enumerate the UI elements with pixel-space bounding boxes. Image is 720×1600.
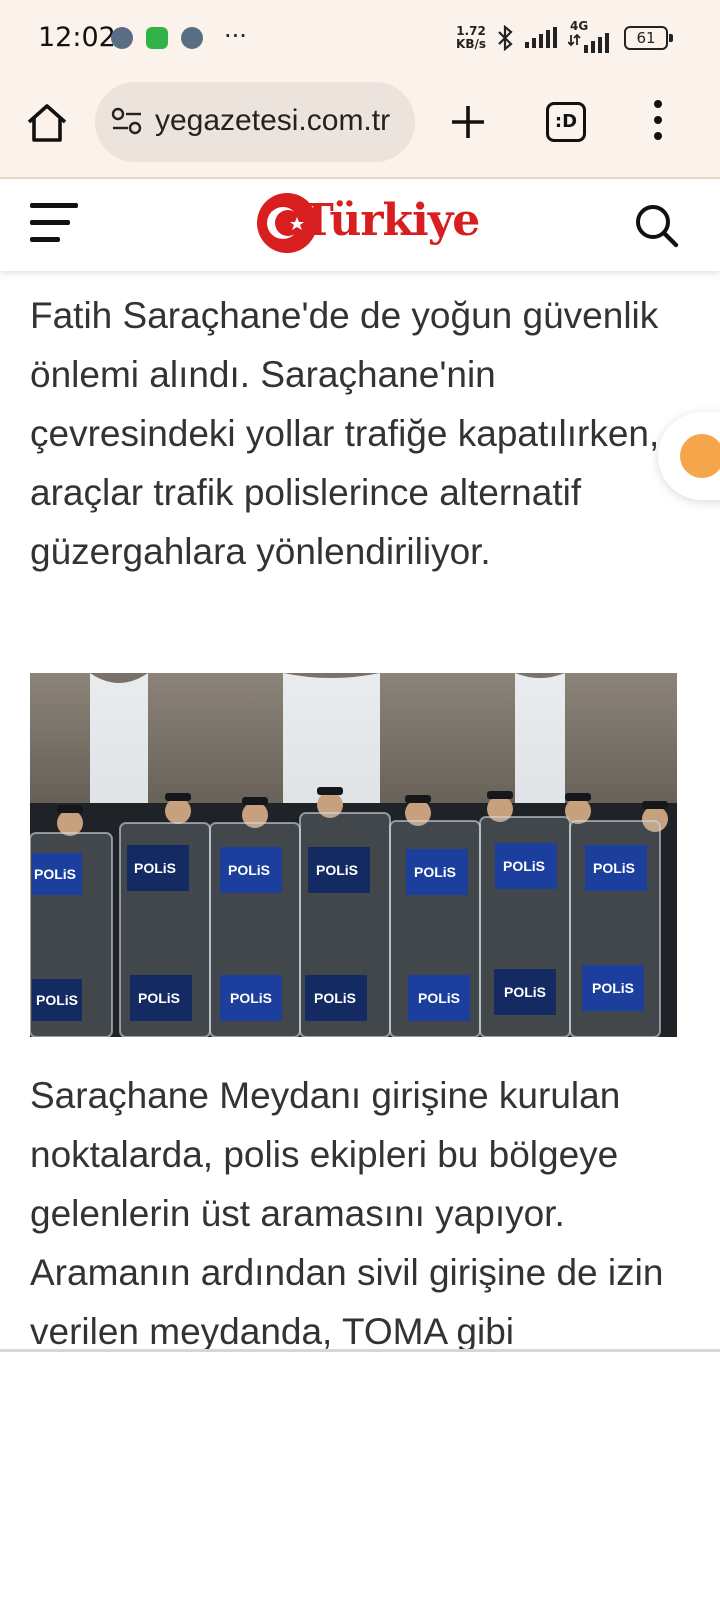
battery-indicator: 61	[624, 26, 673, 50]
signal-4g-icon: 4G	[568, 19, 614, 53]
svg-text:POLiS: POLiS	[316, 862, 358, 878]
status-right: 1.72 KB/s 4G 61	[456, 19, 673, 56]
address-bar[interactable]: yegazetesi.com.tr	[95, 82, 415, 162]
svg-text:POLiS: POLiS	[593, 860, 635, 876]
status-time: 12:02	[38, 22, 116, 53]
browser-chrome: 12:02 ··· 1.72 KB/s 4G 61 yegazetesi.com…	[0, 0, 720, 180]
article-photo[interactable]: POLiS POLiS POLiS POLiS POLiS POLiS POLi…	[30, 673, 677, 1037]
svg-text:POLiS: POLiS	[592, 980, 634, 996]
menu-icon[interactable]	[30, 201, 80, 245]
site-info-icon[interactable]	[111, 106, 143, 136]
svg-text:POLiS: POLiS	[34, 866, 76, 882]
whatsapp-business-icon	[146, 27, 168, 49]
status-bar: 12:02 ··· 1.72 KB/s 4G 61	[0, 0, 720, 78]
browser-toolbar: yegazetesi.com.tr :D	[0, 78, 720, 178]
svg-text:POLiS: POLiS	[418, 990, 460, 1006]
signal-icon	[525, 27, 557, 48]
page-divider	[0, 1349, 720, 1352]
svg-text:POLiS: POLiS	[36, 992, 78, 1008]
tab-switcher-button[interactable]: :D	[546, 102, 586, 142]
site-logo[interactable]: Türkiye	[257, 191, 480, 257]
svg-text:POLiS: POLiS	[230, 990, 272, 1006]
telegram-icon	[181, 27, 203, 49]
telegram-icon	[111, 27, 133, 49]
overflow-menu-icon[interactable]	[650, 98, 666, 142]
svg-text:POLiS: POLiS	[503, 858, 545, 874]
svg-text:POLiS: POLiS	[504, 984, 546, 1000]
floating-badge-icon	[680, 434, 720, 478]
svg-text:POLiS: POLiS	[414, 864, 456, 880]
svg-text:POLiS: POLiS	[134, 860, 176, 876]
more-notifications-icon: ···	[224, 22, 247, 50]
svg-text:POLiS: POLiS	[138, 990, 180, 1006]
svg-text:POLiS: POLiS	[314, 990, 356, 1006]
riot-police-image: POLiS POLiS POLiS POLiS POLiS POLiS POLi…	[30, 673, 677, 1037]
home-icon[interactable]	[24, 100, 70, 146]
svg-text:POLiS: POLiS	[228, 862, 270, 878]
article-paragraph-2: Saraçhane Meydanı girişine kurulan nokta…	[30, 1066, 690, 1351]
article-body: Fatih Saraçhane'de de yoğun güvenlik önl…	[30, 286, 680, 581]
new-tab-icon[interactable]	[448, 102, 488, 142]
site-header: Türkiye	[0, 179, 720, 271]
article-paragraph: Fatih Saraçhane'de de yoğun güvenlik önl…	[30, 295, 660, 572]
url-text[interactable]: yegazetesi.com.tr	[155, 104, 390, 138]
article-paragraph: Saraçhane Meydanı girişine kurulan nokta…	[30, 1075, 664, 1351]
bluetooth-icon	[498, 25, 513, 51]
search-icon[interactable]	[632, 201, 680, 249]
network-speed: 1.72 KB/s	[456, 24, 486, 51]
logo-text: Türkiye	[301, 195, 480, 246]
